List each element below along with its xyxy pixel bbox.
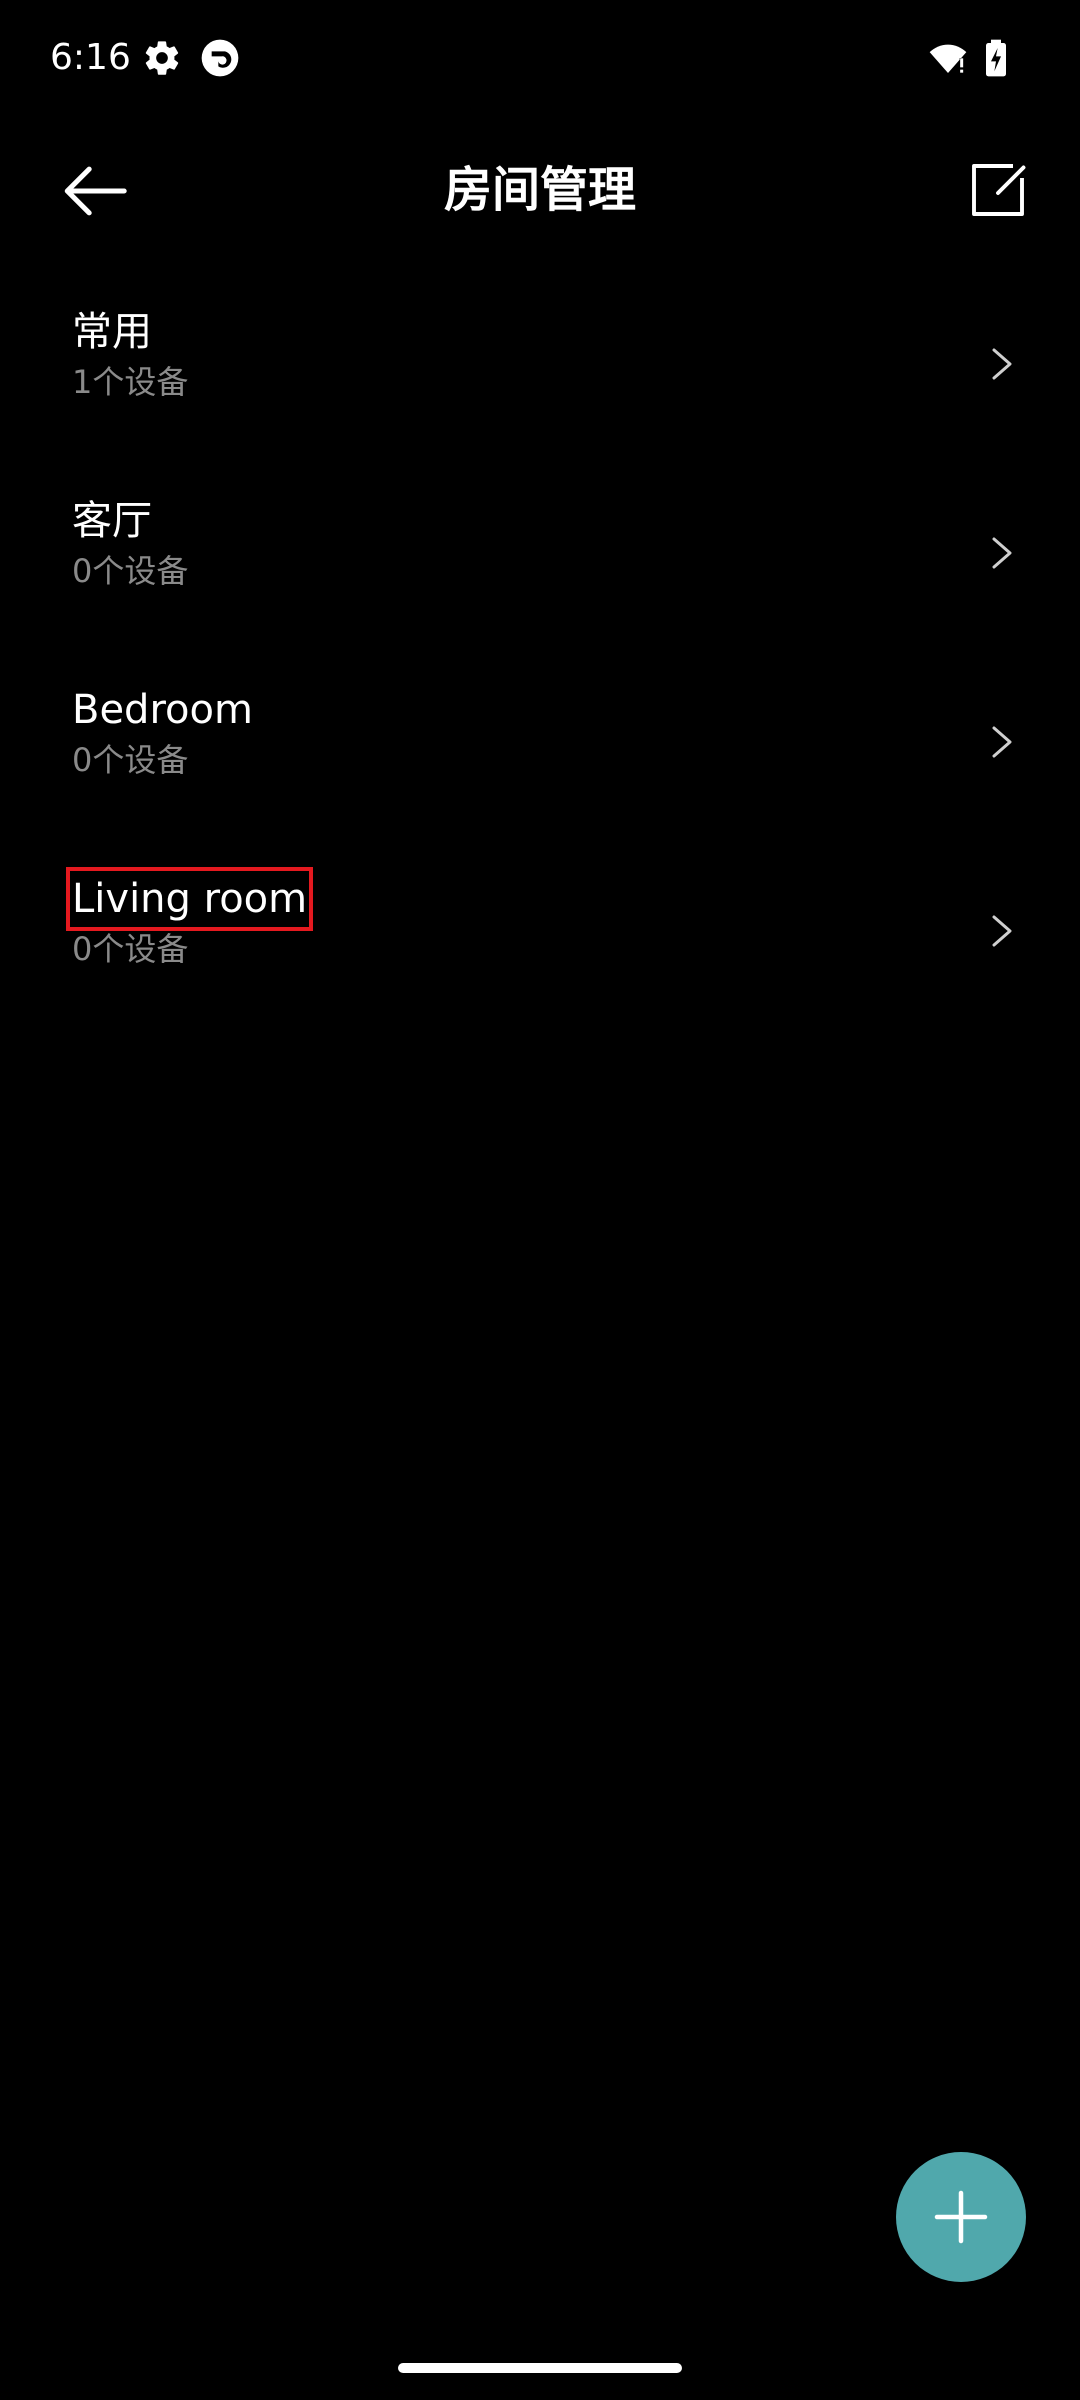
plus-icon (934, 2190, 988, 2244)
app-header: 房间管理 (0, 130, 1080, 250)
wifi-icon (928, 38, 968, 78)
back-button[interactable] (60, 156, 130, 226)
room-name: 常用 (72, 309, 152, 355)
room-device-count: 1个设备 (72, 363, 189, 401)
edit-button[interactable] (968, 160, 1028, 220)
room-item-living-room-cn[interactable]: 客厅 0个设备 (0, 479, 1080, 668)
arrow-left-icon (64, 166, 127, 216)
room-name: Living room (65, 867, 314, 931)
chevron-right-icon (988, 523, 1018, 583)
gear-icon (142, 38, 182, 78)
page-title: 房间管理 (443, 162, 636, 218)
room-device-count: 0个设备 (72, 741, 189, 779)
room-name: Bedroom (72, 687, 253, 733)
chevron-right-icon (988, 334, 1018, 394)
chevron-right-icon (988, 901, 1018, 961)
room-item-living-room[interactable]: Living room 0个设备 (0, 857, 1080, 1046)
room-device-count: 0个设备 (72, 552, 189, 590)
status-time: 6:16 (50, 37, 131, 78)
battery-charging-icon (976, 38, 1016, 78)
edit-icon (972, 164, 1026, 216)
room-device-count: 0个设备 (72, 930, 189, 968)
room-item-common[interactable]: 常用 1个设备 (0, 290, 1080, 479)
add-room-button[interactable] (896, 2152, 1026, 2282)
home-indicator[interactable] (398, 2363, 682, 2373)
room-list: 常用 1个设备 客厅 0个设备 Bedroom 0个设备 Living room… (0, 290, 1080, 1046)
room-item-bedroom[interactable]: Bedroom 0个设备 (0, 668, 1080, 857)
chevron-right-icon (988, 712, 1018, 772)
app-sync-icon (200, 38, 240, 78)
status-bar: 6:16 (0, 0, 1080, 120)
room-name: 客厅 (72, 498, 152, 544)
